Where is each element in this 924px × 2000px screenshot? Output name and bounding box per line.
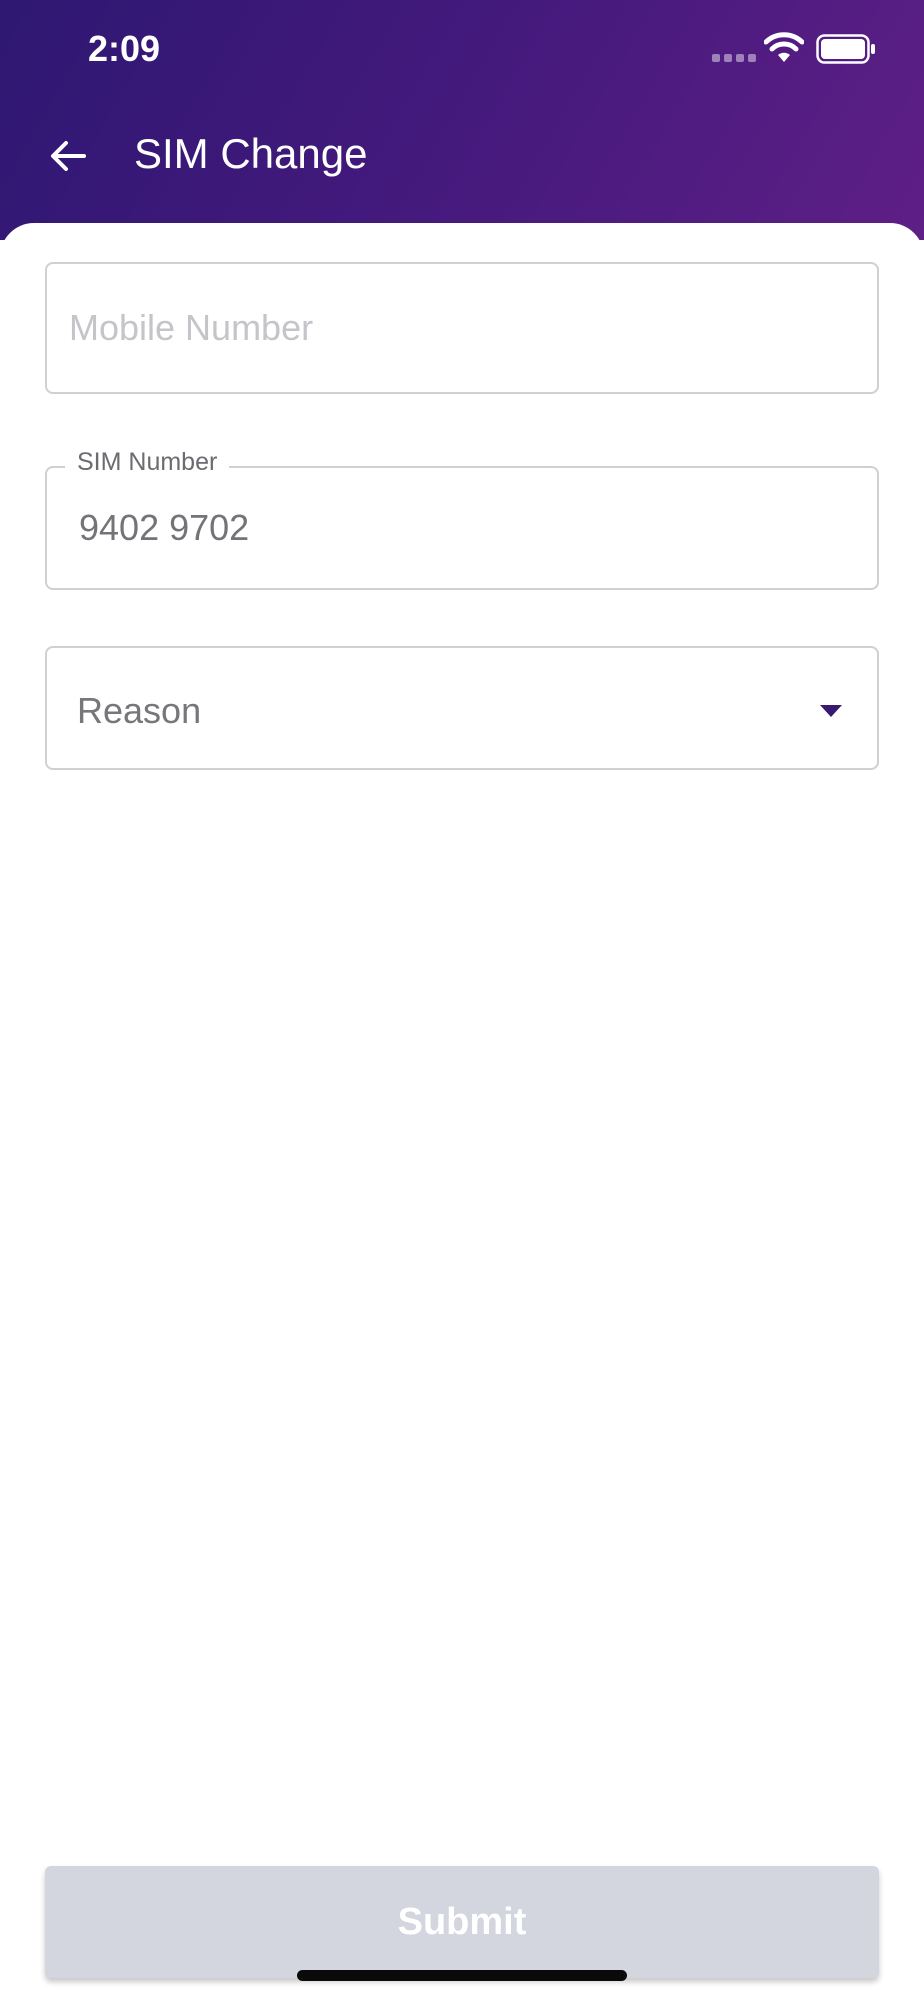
reason-dropdown[interactable]: Reason (45, 646, 879, 770)
app-header: 2:09 SIM Change (0, 0, 924, 240)
page-title: SIM Change (134, 130, 368, 177)
home-indicator (297, 1970, 627, 1981)
mobile-number-input[interactable] (69, 264, 849, 392)
wifi-icon (764, 32, 804, 62)
mobile-number-field[interactable] (45, 262, 879, 394)
cellular-signal-icon (712, 54, 756, 62)
reason-label: Reason (77, 690, 202, 731)
sim-change-screen: 2:09 SIM Change SIM Number Reas (0, 0, 924, 2000)
dropdown-caret-icon (820, 705, 842, 717)
sim-number-field[interactable]: SIM Number (45, 448, 879, 590)
status-time: 2:09 (88, 28, 161, 69)
sim-number-input[interactable] (79, 468, 859, 588)
back-arrow-icon[interactable] (46, 136, 90, 176)
submit-button[interactable]: Submit (45, 1866, 879, 1978)
battery-icon (816, 34, 875, 64)
